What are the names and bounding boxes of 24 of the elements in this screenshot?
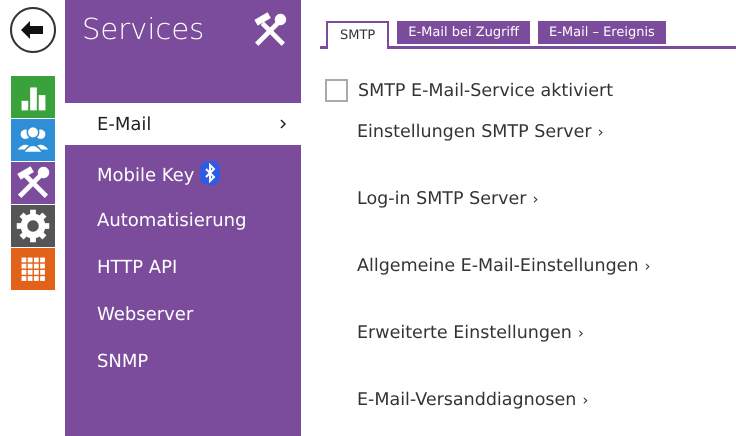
settings-link[interactable]: Einstellungen SMTP Server › — [357, 122, 736, 145]
checkbox-label: SMTP E-Mail-Service aktiviert — [358, 80, 614, 100]
settings-link[interactable]: Erweiterte Einstellungen › — [357, 323, 736, 346]
sidebar-title: Services — [82, 12, 204, 46]
checkbox[interactable] — [325, 79, 348, 102]
sidebar-item[interactable]: E-Mail — [65, 103, 301, 145]
settings-link[interactable]: Allgemeine E-Mail-Einstellungen › — [357, 256, 736, 279]
tab[interactable]: E-Mail – Ereignis — [538, 21, 666, 44]
sidebar-item[interactable]: SNMP — [65, 338, 301, 385]
sidebar-item[interactable]: HTTP API — [65, 244, 301, 291]
sidebar-item[interactable]: Webserver — [65, 291, 301, 338]
tab[interactable]: SMTP — [326, 21, 390, 49]
back-icon[interactable] — [8, 5, 58, 55]
users-icon[interactable] — [10, 119, 54, 161]
chart-icon[interactable] — [10, 76, 54, 118]
sidebar-item[interactable]: Mobile Key — [65, 150, 301, 197]
tools-icon[interactable] — [10, 162, 54, 204]
sidebar-item[interactable]: Automatisierung — [65, 197, 301, 244]
apps-icon[interactable] — [10, 248, 54, 290]
settings-link[interactable]: E-Mail-Versanddiagnosen › — [357, 390, 736, 413]
gear-icon[interactable] — [10, 205, 54, 247]
tab[interactable]: E-Mail bei Zugriff — [397, 21, 530, 44]
chevron-icon — [279, 118, 287, 130]
settings-link[interactable]: Log-in SMTP Server › — [357, 189, 736, 212]
